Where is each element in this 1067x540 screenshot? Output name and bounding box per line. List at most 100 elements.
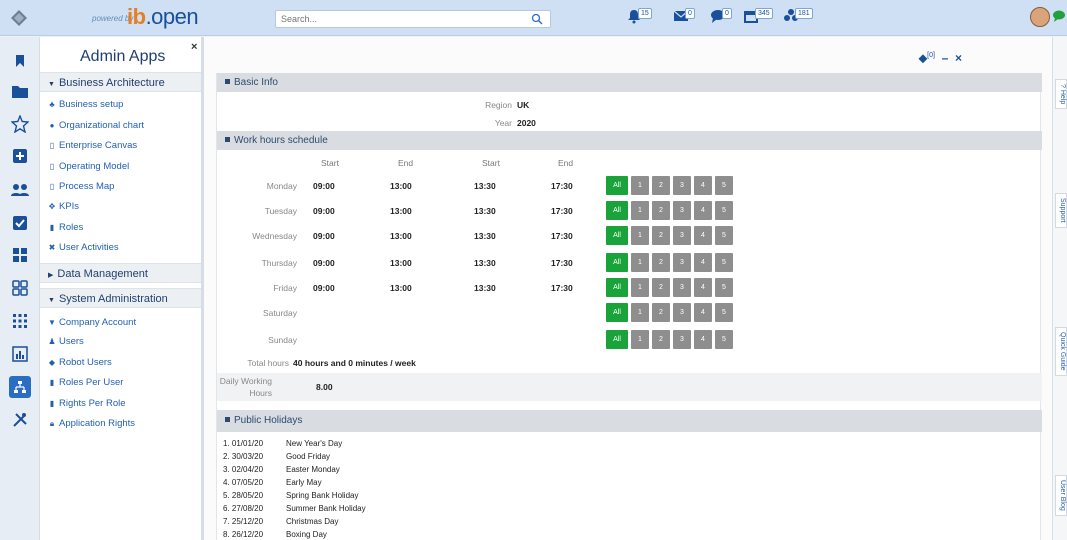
menu-kpis[interactable]: ✥ KPIs [47,201,79,213]
dots-grid-icon[interactable] [10,311,30,331]
slot-toggle-button[interactable]: 2 [652,330,670,349]
help-tab[interactable]: ? Help [1055,79,1067,110]
slot-toggle-button[interactable]: 5 [715,303,733,322]
menu-rights-per-role[interactable]: ▮ Rights Per Role [47,398,126,410]
all-toggle-button[interactable]: All [606,253,628,272]
slot-toggle-button[interactable]: 3 [673,253,691,272]
all-toggle-button[interactable]: All [606,330,628,349]
menu-process-map[interactable]: ▯ Process Map [47,181,115,193]
slot-toggle-button[interactable]: 1 [631,201,649,220]
slot-toggle-button[interactable]: 5 [715,226,733,245]
slot-toggle-button[interactable]: 2 [652,176,670,195]
menu-user-activities[interactable]: ✖ User Activities [47,242,119,254]
org-icon[interactable] [9,376,31,398]
slot-toggle-button[interactable]: 5 [715,176,733,195]
slot-toggle-button[interactable]: 3 [673,278,691,297]
slot-toggle-button[interactable]: 2 [652,278,670,297]
chart-icon[interactable] [10,344,30,364]
slot-toggle-button[interactable]: 5 [715,201,733,220]
bookmark-icon[interactable] [10,51,30,71]
section-business-architecture[interactable]: ▼ Business Architecture [40,72,201,92]
holiday-date: 8. 26/12/20 [223,530,264,539]
messages-chat[interactable]: 0 [710,8,732,30]
slot-toggle-button[interactable]: 4 [694,278,712,297]
menu-operating-model[interactable]: ▯ Operating Model [47,161,129,173]
menu-enterprise-canvas[interactable]: ▯ Enterprise Canvas [47,140,137,152]
slot-toggle-button[interactable]: 1 [631,253,649,272]
user-blog-tab[interactable]: User Blog [1055,475,1067,516]
time-value: 09:00 [313,206,335,216]
all-toggle-button[interactable]: All [606,226,628,245]
menu-organizational-chart[interactable]: ● Organizational chart [47,120,144,132]
slot-toggle-button[interactable]: 3 [673,201,691,220]
slot-toggle-button[interactable]: 5 [715,278,733,297]
network-updates[interactable]: 181 [783,8,813,30]
slot-toggle-button[interactable]: 1 [631,303,649,322]
plus-square-icon[interactable] [10,146,30,166]
slot-toggle-button[interactable]: 5 [715,253,733,272]
section-data-management[interactable]: ▶ Data Management [40,263,201,283]
quick-guide-tab[interactable]: Quick Guide [1055,327,1067,376]
messages-mail[interactable]: 0 [673,8,695,30]
menu-roles-per-user[interactable]: ▮ Roles Per User [47,377,124,389]
close-icon[interactable]: × [191,41,197,53]
all-toggle-button[interactable]: All [606,278,628,297]
menu-application-rights[interactable]: 🔒︎ Application Rights [47,418,135,430]
tools-icon[interactable] [10,410,30,430]
slot-toggle-button[interactable]: 4 [694,253,712,272]
region-value: UK [517,100,530,110]
apps-icon[interactable] [10,278,30,298]
slot-toggle-button[interactable]: 4 [694,176,712,195]
grid-icon[interactable] [10,245,30,265]
holiday-row: 1. 01/01/20 New Year's Day [223,439,342,449]
all-toggle-button[interactable]: All [606,176,628,195]
holiday-name: Spring Bank Holiday [286,491,359,500]
slot-toggle-button[interactable]: 1 [631,330,649,349]
slot-toggle-button[interactable]: 2 [652,226,670,245]
slot-toggle-button[interactable]: 2 [652,303,670,322]
users-icon[interactable] [10,180,30,200]
app-logo-icon[interactable] [10,9,28,27]
holiday-row: 3. 02/04/20 Easter Monday [223,465,340,475]
search-input[interactable] [276,11,516,27]
slot-toggle-button[interactable]: 3 [673,330,691,349]
checkbox-icon[interactable] [10,213,30,233]
slot-toggle-button[interactable]: 2 [652,253,670,272]
search-icon[interactable] [531,13,543,25]
support-tab[interactable]: Support [1055,193,1067,228]
notifications-bell[interactable]: 15 [626,8,652,30]
slot-toggle-button[interactable]: 4 [694,226,712,245]
time-value: 13:30 [474,181,496,191]
slot-toggle-button[interactable]: 1 [631,278,649,297]
calendar-count: 345 [755,8,773,19]
minimize-button[interactable]: – [942,51,949,65]
menu-robot-users[interactable]: ◆ Robot Users [47,357,112,369]
brand-logo[interactable]: ib.open [127,4,199,30]
slot-toggle-button[interactable]: 1 [631,226,649,245]
folder-icon[interactable] [10,81,30,101]
slot-toggle-button[interactable]: 4 [694,303,712,322]
slot-toggle-button[interactable]: 3 [673,303,691,322]
slot-toggle-button[interactable]: 3 [673,226,691,245]
tag-icon[interactable]: ⬥ [919,51,927,65]
slot-toggle-button[interactable]: 4 [694,201,712,220]
all-toggle-button[interactable]: All [606,303,628,322]
menu-company-account[interactable]: ▼ Company Account [47,317,136,329]
calendar-events[interactable]: 345 [743,8,773,30]
icon-rail [0,37,40,540]
slot-toggle-button[interactable]: 5 [715,330,733,349]
menu-roles[interactable]: ▮ Roles [47,222,84,234]
search-box[interactable] [275,10,551,28]
avatar[interactable] [1030,7,1050,27]
menu-users[interactable]: ♟ Users [47,336,83,348]
star-icon[interactable] [10,114,30,134]
close-button[interactable]: × [955,51,962,65]
chat-bubble-icon[interactable] [1052,9,1067,24]
section-system-administration[interactable]: ▼ System Administration [40,288,201,308]
menu-business-setup[interactable]: ♣ Business setup [47,99,123,111]
slot-toggle-button[interactable]: 1 [631,176,649,195]
slot-toggle-button[interactable]: 3 [673,176,691,195]
all-toggle-button[interactable]: All [606,201,628,220]
slot-toggle-button[interactable]: 4 [694,330,712,349]
slot-toggle-button[interactable]: 2 [652,201,670,220]
